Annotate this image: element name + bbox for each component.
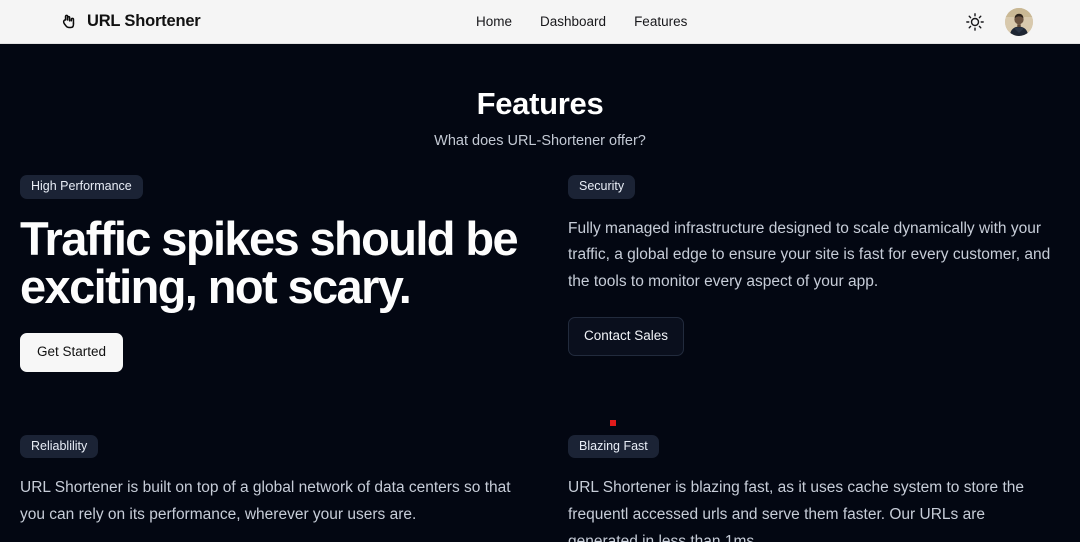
feature-body-blazing-fast: URL Shortener is blazing fast, as it use… — [568, 479, 1025, 542]
cursor-marker — [610, 420, 616, 426]
feature-card-blazing-fast: Blazing Fast URL Shortener is blazing fa… — [568, 372, 1080, 542]
page-title: Features — [476, 86, 604, 121]
contact-sales-button[interactable]: Contact Sales — [568, 317, 685, 356]
feature-card-security: Security Fully managed infrastructure de… — [568, 175, 1080, 372]
top-navbar: URL Shortener Home Dashboard Features — [0, 0, 1080, 44]
nav-item-home[interactable]: Home — [476, 14, 512, 29]
badge-reliability: Reliablility — [20, 434, 99, 459]
header-actions — [965, 7, 1033, 36]
badge-security: Security — [568, 175, 636, 199]
page-subtitle: What does URL-Shortener offer? — [434, 133, 646, 149]
badge-blazing-fast: Blazing Fast — [568, 434, 659, 459]
feature-body-reliability: URL Shortener is built on top of a globa… — [20, 479, 511, 523]
brand-logo[interactable]: URL Shortener — [60, 12, 201, 31]
nav-item-features[interactable]: Features — [634, 14, 687, 29]
nav-item-dashboard[interactable]: Dashboard — [540, 14, 606, 29]
brand-name: URL Shortener — [87, 12, 201, 30]
avatar-image — [1005, 7, 1033, 36]
feature-body-security: Fully managed infrastructure designed to… — [568, 219, 1051, 290]
rock-on-hand-icon — [60, 12, 79, 31]
sun-icon[interactable] — [965, 12, 985, 32]
main-nav: Home Dashboard Features — [476, 14, 687, 29]
features-page: Features What does URL-Shortener offer? … — [0, 44, 1080, 542]
feature-card-reliability: Reliablility URL Shortener is built on t… — [20, 372, 568, 542]
badge-high-performance: High Performance — [20, 175, 143, 199]
feature-headline: Traffic spikes should be exciting, not s… — [20, 211, 519, 313]
feature-card-high-performance: High Performance Traffic spikes should b… — [20, 175, 568, 372]
avatar[interactable] — [1005, 7, 1033, 36]
get-started-button[interactable]: Get Started — [20, 333, 124, 372]
features-grid: High Performance Traffic spikes should b… — [0, 175, 1080, 542]
